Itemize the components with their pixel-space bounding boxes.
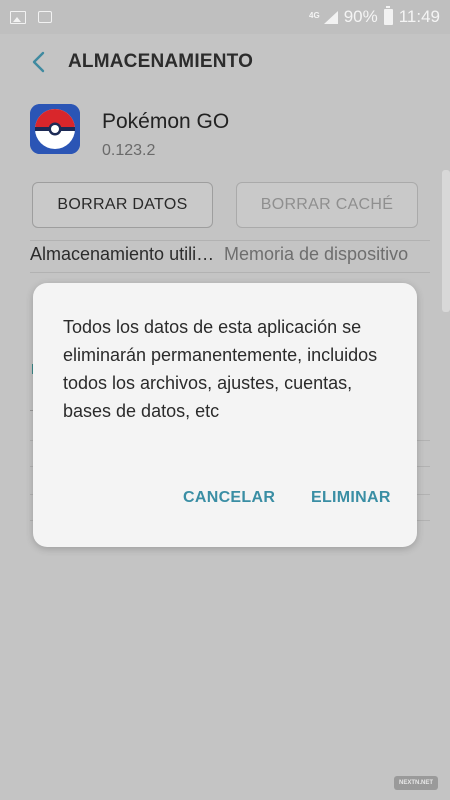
clock: 11:49 [398,7,440,26]
watermark-logo: NEXTN.NET [394,776,438,790]
app-version: 0.123.2 [102,142,156,159]
storage-label: Almacenamiento utilizado [30,244,220,264]
clear-cache-button[interactable]: BORRAR CACHÉ [236,182,418,228]
chevron-left-icon [32,51,45,73]
divider [30,272,430,273]
status-left [10,10,52,24]
battery-percent: 90% [343,7,378,26]
app-name: Pokémon GO [102,110,230,133]
clear-data-button[interactable]: BORRAR DATOS [32,182,213,228]
storage-value: Memoria de dispositivo [224,244,409,264]
confirm-dialog: Todos los datos de esta aplicación se el… [33,283,417,547]
cancel-button[interactable]: CANCELAR [183,489,275,507]
delete-button[interactable]: ELIMINAR [311,489,391,507]
app-info: Pokémon GO 0.123.2 [30,104,229,160]
page-title: ALMACENAMIENTO [68,51,254,72]
gallery-icon [10,10,26,24]
network-type: 4G [309,11,320,20]
divider [30,240,430,241]
back-button[interactable] [18,42,58,82]
pokeball-icon [30,104,80,154]
scrollbar[interactable] [442,170,450,312]
app-text: Pokémon GO 0.123.2 [80,104,229,160]
storage-row[interactable]: Almacenamiento utilizado Memoria de disp… [30,244,430,265]
status-bar: 4G 90% 11:49 [0,0,450,34]
status-right: 4G 90% 11:49 [309,6,440,27]
notification-box-icon [38,11,52,23]
dialog-message: Todos los datos de esta aplicación se el… [63,317,378,421]
signal-icon [323,10,338,24]
battery-icon [383,6,393,25]
app-header: ALMACENAMIENTO [0,34,450,90]
